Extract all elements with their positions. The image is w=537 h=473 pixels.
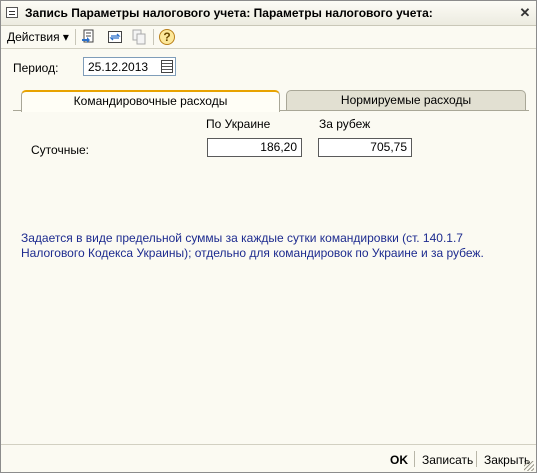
period-date-input[interactable]: 25.12.2013: [83, 57, 176, 76]
button-separator: [476, 451, 477, 467]
toolbar: Действия ▾ ?: [1, 26, 536, 49]
per-diem-abroad-input[interactable]: 705,75: [318, 138, 412, 157]
per-diem-label: Суточные:: [31, 143, 89, 157]
column-header-ukraine: По Украине: [206, 117, 271, 131]
period-label: Период:: [13, 61, 59, 75]
window-title: Запись Параметры налогового учета: Парам…: [25, 6, 433, 20]
dialog-window: Запись Параметры налогового учета: Парам…: [0, 0, 537, 473]
chevron-down-icon: ▾: [62, 30, 69, 44]
close-window-icon[interactable]: ✕: [516, 4, 534, 21]
form-icon: [6, 7, 18, 18]
period-date-value: 25.12.2013: [88, 60, 149, 74]
tab-normalized-expenses[interactable]: Нормируемые расходы: [286, 90, 526, 110]
button-bar: OK Записать Закрыть: [1, 444, 536, 473]
title-bar[interactable]: Запись Параметры налогового учета: Парам…: [1, 1, 536, 26]
tab-travel-expenses[interactable]: Командировочные расходы: [21, 90, 280, 112]
help-icon[interactable]: ?: [159, 29, 175, 45]
actions-menu[interactable]: Действия ▾: [7, 30, 69, 44]
actions-menu-label: Действия: [7, 30, 60, 44]
ok-button[interactable]: OK: [390, 453, 408, 467]
post-document-icon[interactable]: [81, 29, 97, 45]
calendar-icon[interactable]: [161, 60, 173, 73]
toolbar-separator: [153, 29, 154, 45]
save-button[interactable]: Записать: [422, 453, 473, 467]
column-header-abroad: За рубеж: [319, 117, 371, 131]
tab-panel: [13, 110, 529, 435]
button-separator: [414, 451, 415, 467]
help-note: Задается в виде предельной суммы за кажд…: [21, 231, 484, 260]
per-diem-ukraine-input[interactable]: 186,20: [207, 138, 302, 157]
refresh-icon[interactable]: [107, 29, 123, 45]
resize-grip-icon[interactable]: [524, 461, 534, 471]
toolbar-separator: [75, 29, 76, 45]
copy-document-icon[interactable]: [131, 29, 147, 45]
